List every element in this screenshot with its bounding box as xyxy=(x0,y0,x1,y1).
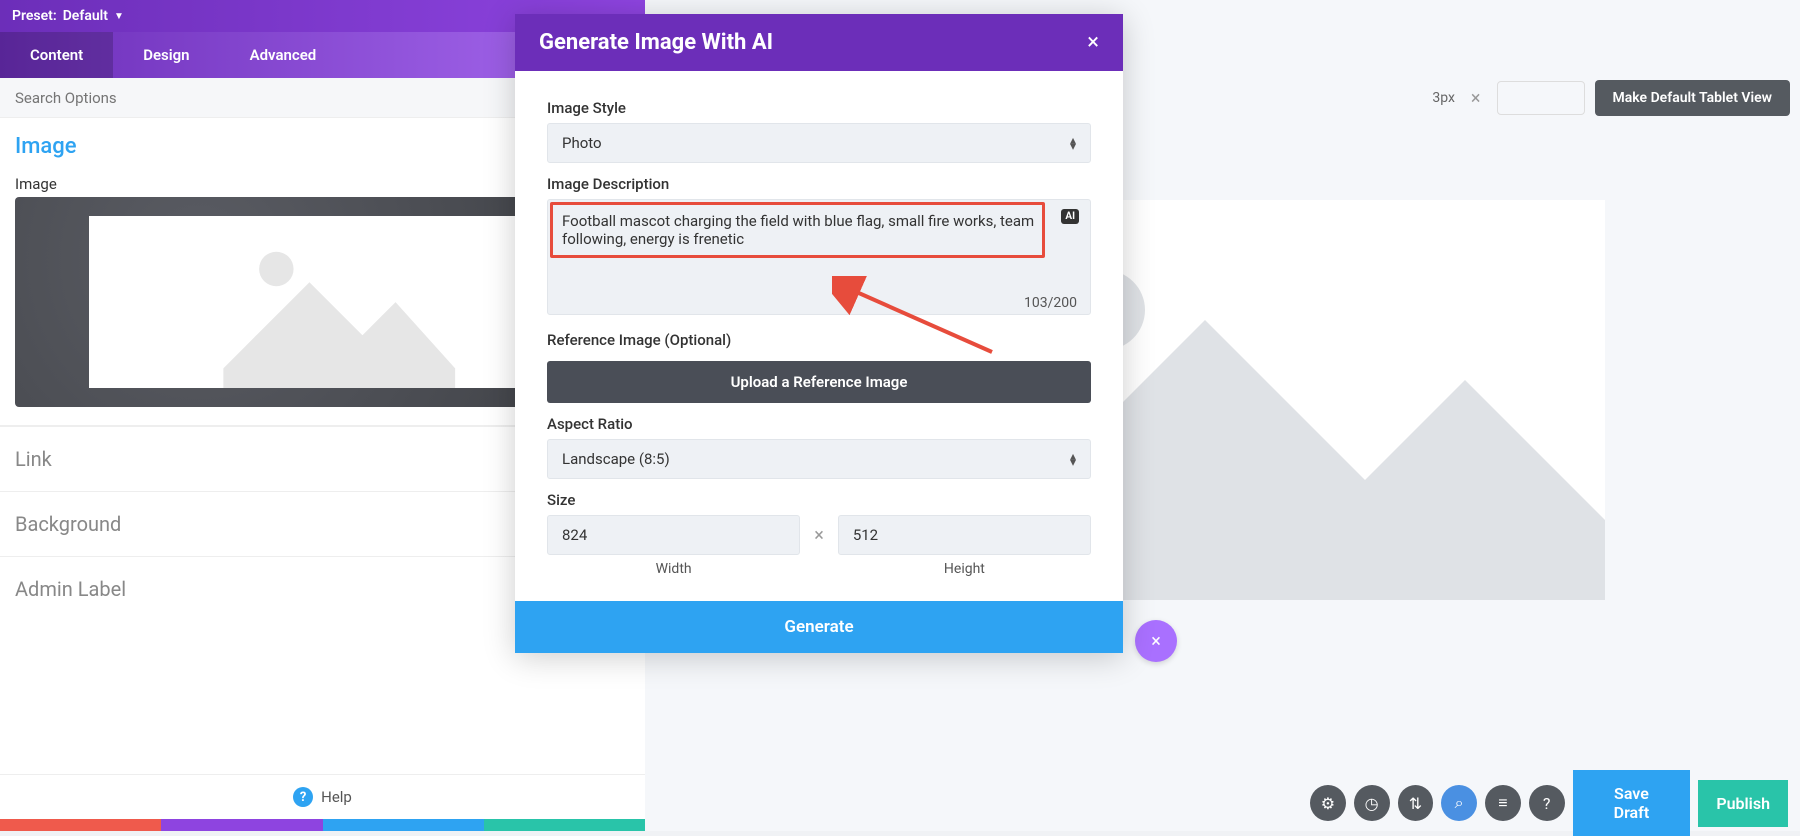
tab-content[interactable]: Content xyxy=(0,32,113,78)
aspect-ratio-label: Aspect Ratio xyxy=(547,415,1091,433)
help-row[interactable]: ? Help xyxy=(0,774,645,819)
strip-purple[interactable] xyxy=(161,819,322,831)
upload-reference-button[interactable]: Upload a Reference Image xyxy=(547,361,1091,403)
image-style-select[interactable]: Photo ▴▾ xyxy=(547,123,1091,163)
height-input[interactable] xyxy=(838,515,1091,555)
char-count: 103/200 xyxy=(1024,295,1077,311)
image-style-label: Image Style xyxy=(547,99,1091,117)
make-default-tablet-button[interactable]: Make Default Tablet View xyxy=(1595,80,1790,116)
preset-value: Default xyxy=(63,8,108,24)
size-input-small[interactable] xyxy=(1497,81,1585,115)
panel-bottom-strip xyxy=(0,819,645,831)
width-caption: Width xyxy=(656,561,692,577)
aspect-ratio-value: Landscape (8:5) xyxy=(562,450,670,468)
width-input[interactable] xyxy=(547,515,800,555)
zoom-icon[interactable]: ⌕ xyxy=(1441,785,1477,821)
strip-green[interactable] xyxy=(484,819,645,831)
preset-label: Preset: xyxy=(12,8,57,24)
settings-gear-icon[interactable]: ⚙ xyxy=(1310,785,1346,821)
ai-badge[interactable]: AI xyxy=(1061,209,1079,224)
modal-body: Image Style Photo ▴▾ Image Description A… xyxy=(515,71,1123,587)
modal-title: Generate Image With AI xyxy=(539,30,773,55)
save-draft-button[interactable]: Save Draft xyxy=(1573,770,1691,836)
tab-advanced[interactable]: Advanced xyxy=(220,32,347,78)
sort-icon[interactable]: ⇅ xyxy=(1398,785,1434,821)
builder-bar: ⚙ ◷ ⇅ ⌕ ≡ ? Save Draft Publish xyxy=(1290,775,1800,831)
image-style-value: Photo xyxy=(562,134,602,152)
times-icon: × xyxy=(814,525,824,546)
modal-close-icon[interactable]: × xyxy=(1087,30,1099,55)
close-icon: × xyxy=(1151,631,1161,652)
size-label: Size xyxy=(547,491,1091,509)
layers-icon[interactable]: ≡ xyxy=(1485,785,1521,821)
height-caption: Height xyxy=(944,561,985,577)
size-row: Width × Height xyxy=(547,515,1091,577)
aspect-ratio-select[interactable]: Landscape (8:5) ▴▾ xyxy=(547,439,1091,479)
image-placeholder-icon xyxy=(89,216,556,388)
top-controls-right: 3px × Make Default Tablet View xyxy=(1432,80,1790,116)
select-caret-icon: ▴▾ xyxy=(1070,137,1076,149)
modal-header: Generate Image With AI × xyxy=(515,14,1123,71)
tab-design[interactable]: Design xyxy=(113,32,219,78)
history-clock-icon[interactable]: ◷ xyxy=(1354,785,1390,821)
generate-image-modal: Generate Image With AI × Image Style Pho… xyxy=(515,14,1123,653)
size-readout: 3px xyxy=(1432,90,1455,106)
chevron-down-icon: ▼ xyxy=(114,11,124,22)
reference-image-label: Reference Image (Optional) xyxy=(547,331,1091,349)
select-caret-icon: ▴▾ xyxy=(1070,453,1076,465)
help-label: Help xyxy=(321,788,352,806)
strip-red[interactable] xyxy=(0,819,161,831)
publish-button[interactable]: Publish xyxy=(1698,780,1788,827)
clear-size-icon[interactable]: × xyxy=(1465,88,1487,109)
help-circle-icon[interactable]: ? xyxy=(1529,785,1565,821)
strip-blue[interactable] xyxy=(323,819,484,831)
image-description-label: Image Description xyxy=(547,175,1091,193)
help-icon: ? xyxy=(293,787,313,807)
module-close-button[interactable]: × xyxy=(1135,620,1177,662)
image-description-textarea[interactable] xyxy=(547,199,1091,315)
generate-button[interactable]: Generate xyxy=(515,601,1123,653)
